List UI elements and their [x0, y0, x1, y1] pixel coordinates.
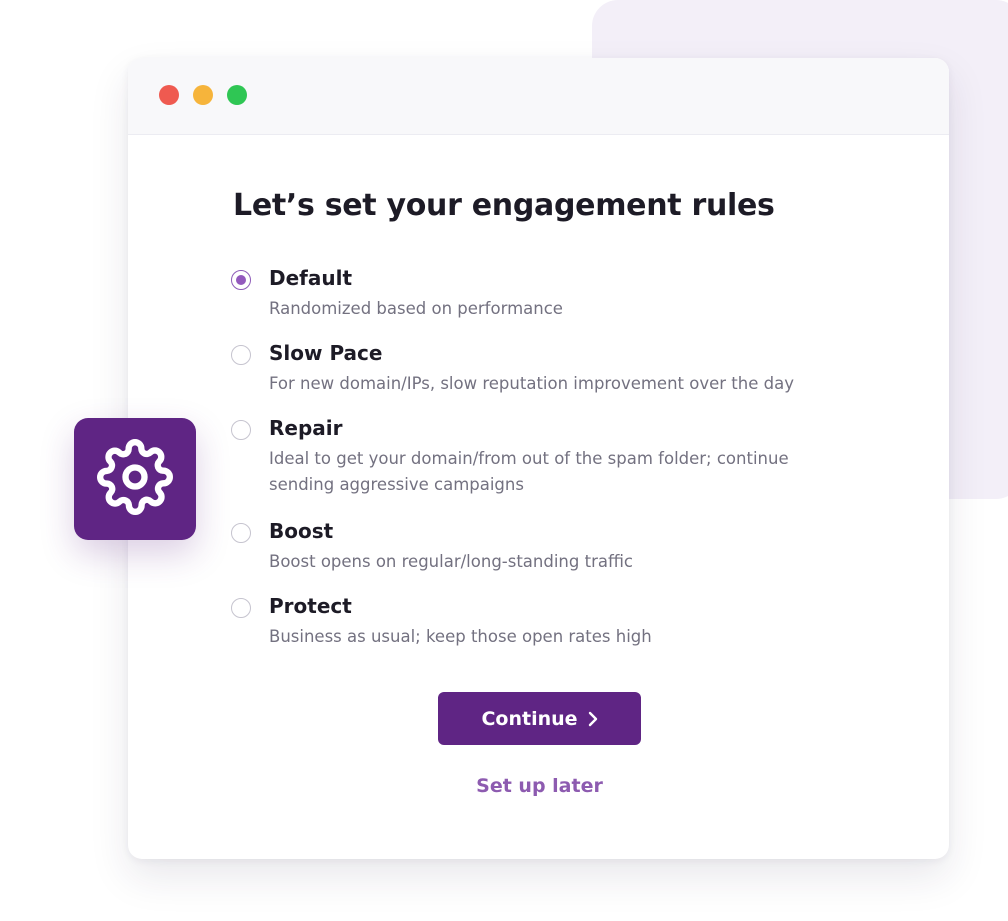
- option-title: Protect: [269, 594, 352, 618]
- app-window: Let’s set your engagement rules Default …: [128, 58, 949, 859]
- radio-default[interactable]: [231, 270, 251, 290]
- window-titlebar: [128, 58, 949, 135]
- maximize-window-dot[interactable]: [227, 85, 247, 105]
- option-description: Business as usual; keep those open rates…: [269, 627, 652, 646]
- page-title: Let’s set your engagement rules: [233, 188, 775, 223]
- option-title: Repair: [269, 416, 343, 440]
- settings-badge: [74, 418, 196, 540]
- option-title: Slow Pace: [269, 341, 383, 365]
- close-window-dot[interactable]: [159, 85, 179, 105]
- option-description: Ideal to get your domain/from out of the…: [269, 449, 789, 494]
- radio-slow-pace[interactable]: [231, 345, 251, 365]
- radio-protect[interactable]: [231, 598, 251, 618]
- option-description: Boost opens on regular/long-standing tra…: [269, 552, 633, 571]
- radio-repair[interactable]: [231, 420, 251, 440]
- continue-label: Continue: [481, 707, 578, 730]
- continue-button[interactable]: Continue: [438, 692, 641, 745]
- set-up-later-link[interactable]: Set up later: [438, 775, 641, 797]
- option-description: For new domain/IPs, slow reputation impr…: [269, 374, 794, 393]
- option-title: Boost: [269, 519, 334, 543]
- option-description: Randomized based on performance: [269, 299, 563, 318]
- minimize-window-dot[interactable]: [193, 85, 213, 105]
- option-title: Default: [269, 266, 353, 290]
- chevron-right-icon: [588, 711, 598, 727]
- radio-boost[interactable]: [231, 523, 251, 543]
- page: Let’s set your engagement rules Default …: [0, 0, 1008, 921]
- gear-icon: [97, 439, 173, 519]
